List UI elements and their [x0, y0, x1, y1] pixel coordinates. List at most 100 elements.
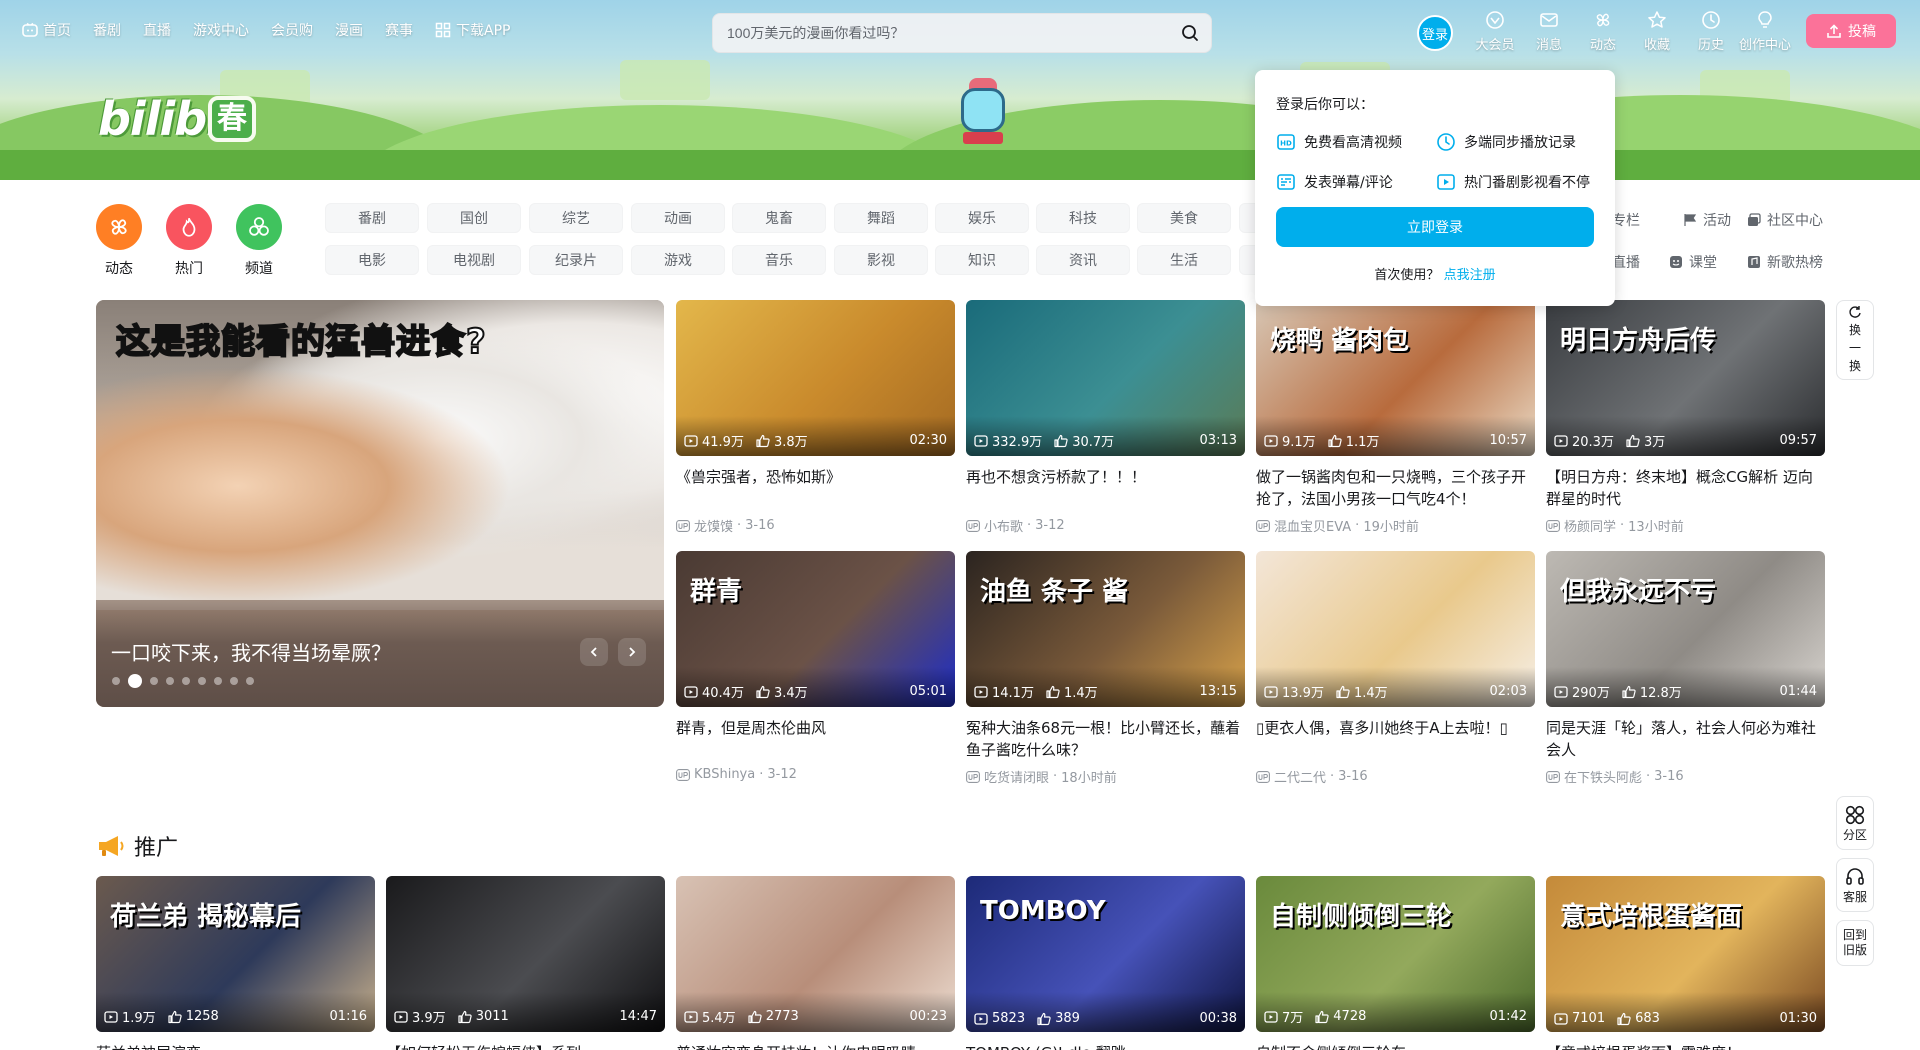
category-button[interactable]: 分区	[1836, 796, 1874, 850]
video-author[interactable]: 吃货请闭眼	[984, 767, 1049, 786]
video-card[interactable]: 但我永远不亏 290万 12.8万 01:44 同是天涯「轮」落人，社会人何必为难社会人…	[1546, 551, 1825, 786]
channel-tag[interactable]: 科技	[1036, 203, 1130, 233]
video-thumbnail[interactable]: 但我永远不亏 290万 12.8万 01:44	[1546, 551, 1825, 707]
channel-tag[interactable]: 生活	[1137, 245, 1231, 275]
video-thumbnail[interactable]: 荷兰弟 揭秘幕后 1.9万 1258 01:16	[96, 876, 375, 1032]
side-link-community[interactable]: 社区中心	[1747, 210, 1823, 230]
nav-messages[interactable]: 消息	[1522, 10, 1576, 53]
side-link-activity[interactable]: 活动	[1683, 210, 1731, 230]
video-title[interactable]: 【意式培根蛋酱面】零难度！	[1546, 1042, 1825, 1050]
channel-tag[interactable]: 动画	[631, 203, 725, 233]
channel-tag[interactable]: 知识	[935, 245, 1029, 275]
channel-dynamics[interactable]: 动态	[96, 204, 142, 278]
video-title[interactable]: 冤种大油条68元一根！比小臂还长，蘸着鱼子酱吃什么味？	[966, 717, 1245, 761]
channel-tag[interactable]: 纪录片	[529, 245, 623, 275]
old-version-button[interactable]: 回到旧版	[1836, 920, 1874, 966]
video-card[interactable]: 油鱼 条子 酱 14.1万 1.4万 13:15 冤种大油条68元一根！比小臂还长，蘸着…	[966, 551, 1245, 786]
video-thumbnail[interactable]: 332.9万 30.7万 03:13	[966, 300, 1245, 456]
video-author[interactable]: 在下铁头阿彪	[1564, 767, 1642, 786]
nav-history[interactable]: 历史	[1684, 10, 1738, 53]
video-card[interactable]: 自制侧倾倒三轮 7万 4728 01:42 自制不会侧倾倒三轮车	[1256, 876, 1535, 1050]
video-thumbnail[interactable]: 油鱼 条子 酱 14.1万 1.4万 13:15	[966, 551, 1245, 707]
video-thumbnail[interactable]: 41.9万 3.8万 02:30	[676, 300, 955, 456]
channel-tag[interactable]: 综艺	[529, 203, 623, 233]
featured-carousel[interactable]: 这是我能看的猛兽进食? 一口咬下来，我不得当场晕厥？	[96, 300, 664, 707]
side-link-music-chart[interactable]: 新歌热榜	[1747, 252, 1823, 272]
video-author[interactable]: 杨颜同学	[1564, 516, 1616, 535]
nav-shop[interactable]: 会员购	[271, 20, 313, 40]
nav-esports[interactable]: 赛事	[385, 20, 413, 40]
upload-button[interactable]: 投稿	[1806, 14, 1896, 48]
nav-home[interactable]: 首页	[22, 20, 71, 40]
video-title[interactable]: TOMBOY (G)I-dle 翻跳	[966, 1042, 1245, 1050]
channel-tag[interactable]: 游戏	[631, 245, 725, 275]
video-card[interactable]: 群青 40.4万 3.4万 05:01 群青，但是周杰伦曲风 KBShinya · 3-12	[676, 551, 955, 782]
video-title[interactable]: 《兽宗强者，恐怖如斯》	[676, 466, 955, 510]
side-link-class[interactable]: 课堂	[1669, 252, 1717, 272]
video-thumbnail[interactable]: 13.9万 1.4万 02:03	[1256, 551, 1535, 707]
video-meta[interactable]: 吃货请闭眼 · 18小时前	[966, 767, 1245, 786]
video-card[interactable]: 332.9万 30.7万 03:13 再也不想贪污桥款了！！！ 小布歌 · 3-12	[966, 300, 1245, 535]
search-input[interactable]	[727, 25, 1173, 41]
video-meta[interactable]: 在下铁头阿彪 · 3-16	[1546, 767, 1825, 786]
search-button[interactable]	[1173, 17, 1207, 49]
video-meta[interactable]: 二代二代 · 3-16	[1256, 767, 1535, 786]
video-card[interactable]: 明日方舟后传 20.3万 3万 09:57 【明日方舟：终末地】概念CG解析 迈向群星的…	[1546, 300, 1825, 535]
nav-creator-center[interactable]: 创作中心	[1738, 10, 1792, 53]
carousel-next-button[interactable]	[618, 638, 646, 666]
video-thumbnail[interactable]: 明日方舟后传 20.3万 3万 09:57	[1546, 300, 1825, 456]
video-card[interactable]: 3.9万 3011 14:47 【如何轻松无伤蝙蝠侠】系列…	[386, 876, 665, 1050]
video-card[interactable]: 5.4万 2773 00:23 普通妆容变身开挂妆！让你电眼吸睛	[676, 876, 955, 1050]
channel-tag[interactable]: 电视剧	[427, 245, 521, 275]
channel-tag[interactable]: 美食	[1137, 203, 1231, 233]
nav-favorites[interactable]: 收藏	[1630, 10, 1684, 53]
video-thumbnail[interactable]: TOMBOY 5823 389 00:38	[966, 876, 1245, 1032]
customer-service-button[interactable]: 客服	[1836, 858, 1874, 912]
carousel-dot[interactable]	[128, 674, 142, 688]
video-meta[interactable]: 杨颜同学 · 13小时前	[1546, 516, 1825, 535]
video-title[interactable]: 普通妆容变身开挂妆！让你电眼吸睛	[676, 1042, 955, 1050]
carousel-prev-button[interactable]	[580, 638, 608, 666]
register-link[interactable]: 点我注册	[1444, 268, 1496, 283]
video-meta[interactable]: 小布歌 · 3-12	[966, 516, 1245, 535]
channel-channels[interactable]: 频道	[236, 204, 282, 278]
video-thumbnail[interactable]: 自制侧倾倒三轮 7万 4728 01:42	[1256, 876, 1535, 1032]
login-now-button[interactable]: 立即登录	[1276, 207, 1594, 247]
channel-tag[interactable]: 舞蹈	[834, 203, 928, 233]
nav-vip[interactable]: 大会员	[1468, 10, 1522, 53]
video-card[interactable]: 41.9万 3.8万 02:30 《兽宗强者，恐怖如斯》龙馍馍 · 3-16	[676, 300, 955, 535]
carousel-caption[interactable]: 一口咬下来，我不得当场晕厥？	[111, 637, 391, 666]
nav-game-center[interactable]: 游戏中心	[193, 20, 249, 40]
video-title[interactable]: 【如何轻松无伤蝙蝠侠】系列…	[386, 1042, 665, 1050]
video-thumbnail[interactable]: 5.4万 2773 00:23	[676, 876, 955, 1032]
video-meta[interactable]: KBShinya · 3-12	[676, 767, 955, 782]
video-thumbnail[interactable]: 群青 40.4万 3.4万 05:01	[676, 551, 955, 707]
channel-tag[interactable]: 电影	[325, 245, 419, 275]
video-author[interactable]: 混血宝贝EVA	[1274, 516, 1351, 535]
nav-live[interactable]: 直播	[143, 20, 171, 40]
video-card[interactable]: TOMBOY 5823 389 00:38 TOMBOY (G)I-dle 翻跳	[966, 876, 1245, 1050]
video-card[interactable]: 荷兰弟 揭秘幕后 1.9万 1258 01:16 荷兰弟神尾演恋…	[96, 876, 375, 1050]
carousel-dot[interactable]	[198, 677, 206, 685]
carousel-dot[interactable]	[230, 677, 238, 685]
nav-download-app[interactable]: 下载APP	[435, 20, 510, 40]
video-author[interactable]: 二代二代	[1274, 767, 1326, 786]
channel-tag[interactable]: 资讯	[1036, 245, 1130, 275]
video-title[interactable]: ▯更衣人偶，喜多川她终于A上去啦！▯	[1256, 717, 1535, 761]
login-avatar-button[interactable]: 登录	[1417, 15, 1453, 51]
video-title[interactable]: 再也不想贪污桥款了！！！	[966, 466, 1245, 510]
carousel-dot[interactable]	[166, 677, 174, 685]
carousel-dot[interactable]	[150, 677, 158, 685]
video-author[interactable]: KBShinya	[694, 767, 755, 782]
video-card[interactable]: 13.9万 1.4万 02:03 ▯更衣人偶，喜多川她终于A上去啦！▯ 二代二代 · 3-1…	[1256, 551, 1535, 786]
channel-tag[interactable]: 鬼畜	[732, 203, 826, 233]
video-title[interactable]: 同是天涯「轮」落人，社会人何必为难社会人	[1546, 717, 1825, 761]
carousel-dot[interactable]	[214, 677, 222, 685]
carousel-dot[interactable]	[112, 677, 120, 685]
video-card[interactable]: 烧鸭 酱肉包 9.1万 1.1万 10:57 做了一锅酱肉包和一只烧鸭，三个孩子开抢了，…	[1256, 300, 1535, 535]
video-card[interactable]: 意式培根蛋酱面 7101 683 01:30 【意式培根蛋酱面】零难度！	[1546, 876, 1825, 1050]
video-title[interactable]: 【明日方舟：终末地】概念CG解析 迈向群星的时代	[1546, 466, 1825, 510]
channel-tag[interactable]: 番剧	[325, 203, 419, 233]
video-meta[interactable]: 龙馍馍 · 3-16	[676, 516, 955, 535]
video-title[interactable]: 群青，但是周杰伦曲风	[676, 717, 955, 761]
